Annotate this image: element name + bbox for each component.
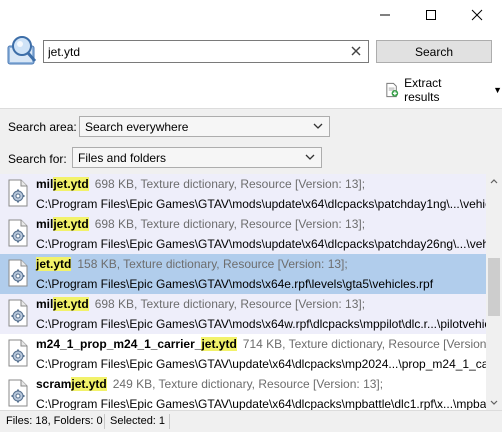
extract-document-icon xyxy=(386,82,399,98)
result-name-match: jet.ytd xyxy=(36,257,72,271)
result-meta: 158 KB, Texture dictionary, Resource [Ve… xyxy=(77,257,348,271)
chevron-down-icon xyxy=(305,154,315,160)
result-title-line: scramjet.ytd 249 KB, Texture dictionary, … xyxy=(36,377,383,391)
result-meta: 698 KB, Texture dictionary, Resource [Ve… xyxy=(94,177,366,191)
result-row[interactable]: miljet.ytd 698 KB, Texture dictionary, Re… xyxy=(0,174,486,214)
result-row[interactable]: miljet.ytd 698 KB, Texture dictionary, Re… xyxy=(0,214,486,254)
result-row[interactable]: scramjet.ytd 249 KB, Texture dictionary, … xyxy=(0,374,486,410)
result-path: C:\Program Files\Epic Games\GTAV\update\… xyxy=(36,357,486,371)
file-gear-icon xyxy=(8,259,28,287)
close-icon xyxy=(471,9,483,21)
search-options-panel: Search area: Search everywhere Search fo… xyxy=(0,108,502,174)
result-title-line: miljet.ytd 698 KB, Texture dictionary, Re… xyxy=(36,177,365,191)
status-bar: Files: 18, Folders: 0 Selected: 1 xyxy=(0,410,502,432)
result-title-line: miljet.ytd 698 KB, Texture dictionary, Re… xyxy=(36,217,365,231)
minimize-icon xyxy=(380,14,390,16)
status-selected: Selected: 1 xyxy=(110,415,166,427)
result-name-match: jet.ytd xyxy=(201,337,237,351)
search-for-value: Files and folders xyxy=(78,151,167,165)
chevron-down-icon xyxy=(313,123,323,129)
result-meta: 698 KB, Texture dictionary, Resource [Ve… xyxy=(94,297,366,311)
file-gear-icon xyxy=(8,379,28,407)
search-for-label: Search for: xyxy=(8,152,67,166)
result-path: C:\Program Files\Epic Games\GTAV\mods\x6… xyxy=(36,317,486,331)
result-name-match: jet.ytd xyxy=(53,297,89,311)
extract-results-label: Extract results xyxy=(404,76,442,104)
maximize-button[interactable] xyxy=(408,0,454,30)
scroll-up-icon[interactable] xyxy=(490,178,498,184)
app-search-icon xyxy=(7,36,37,65)
search-area-select[interactable]: Search everywhere xyxy=(79,116,330,137)
result-row[interactable]: m24_1_prop_m24_1_carrier_jet.ytd 714 KB, … xyxy=(0,334,486,374)
result-row[interactable]: miljet.ytd 698 KB, Texture dictionary, Re… xyxy=(0,294,486,334)
search-area-value: Search everywhere xyxy=(85,120,189,134)
result-title-line: m24_1_prop_m24_1_carrier_jet.ytd 714 KB, … xyxy=(36,337,486,351)
file-gear-icon xyxy=(8,179,28,207)
search-area-label: Search area: xyxy=(8,120,77,134)
results-list[interactable]: miljet.ytd 698 KB, Texture dictionary, Re… xyxy=(0,174,486,410)
scroll-down-icon[interactable] xyxy=(490,400,498,406)
maximize-icon xyxy=(426,10,436,20)
result-name-prefix: mil xyxy=(36,217,54,231)
search-for-select[interactable]: Files and folders xyxy=(72,147,322,168)
status-counts: Files: 18, Folders: 0 xyxy=(6,415,103,427)
result-path: C:\Program Files\Epic Games\GTAV\update\… xyxy=(36,397,486,410)
scrollbar-thumb[interactable] xyxy=(488,258,500,316)
result-row[interactable]: jet.ytd 158 KB, Texture dictionary, Resou… xyxy=(0,254,486,294)
search-field[interactable] xyxy=(43,40,369,63)
result-path: C:\Program Files\Epic Games\GTAV\mods\up… xyxy=(36,237,486,251)
status-divider xyxy=(104,414,105,429)
result-name-prefix: mil xyxy=(36,297,54,311)
result-path: C:\Program Files\Epic Games\GTAV\mods\x6… xyxy=(36,277,434,291)
result-name-prefix: scram xyxy=(36,377,72,391)
result-title-line: miljet.ytd 698 KB, Texture dictionary, Re… xyxy=(36,297,365,311)
dropdown-arrow-icon[interactable]: ▼ xyxy=(493,85,502,95)
minimize-button[interactable] xyxy=(362,0,408,30)
result-meta: 698 KB, Texture dictionary, Resource [Ve… xyxy=(94,217,366,231)
result-name-prefix: m24_1_prop_m24_1_carrier_ xyxy=(36,337,202,351)
status-divider xyxy=(169,414,170,429)
result-name-match: jet.ytd xyxy=(53,217,89,231)
search-input[interactable] xyxy=(48,44,338,59)
search-button[interactable]: Search xyxy=(376,40,492,63)
result-name-match: jet.ytd xyxy=(71,377,107,391)
file-gear-icon xyxy=(8,219,28,247)
extract-results-button[interactable]: Extract results ▼ xyxy=(384,76,502,104)
file-gear-icon xyxy=(8,339,28,367)
result-meta: 714 KB, Texture dictionary, Resource [Ve… xyxy=(242,337,486,351)
clear-x-icon[interactable] xyxy=(350,45,362,57)
result-meta: 249 KB, Texture dictionary, Resource [Ve… xyxy=(112,377,384,391)
result-name-prefix: mil xyxy=(36,177,54,191)
file-gear-icon xyxy=(8,299,28,327)
close-button[interactable] xyxy=(454,0,500,30)
results-scrollbar[interactable] xyxy=(486,174,502,410)
result-name-match: jet.ytd xyxy=(53,177,89,191)
result-title-line: jet.ytd 158 KB, Texture dictionary, Resou… xyxy=(36,257,348,271)
result-path: C:\Program Files\Epic Games\GTAV\mods\up… xyxy=(36,197,486,211)
